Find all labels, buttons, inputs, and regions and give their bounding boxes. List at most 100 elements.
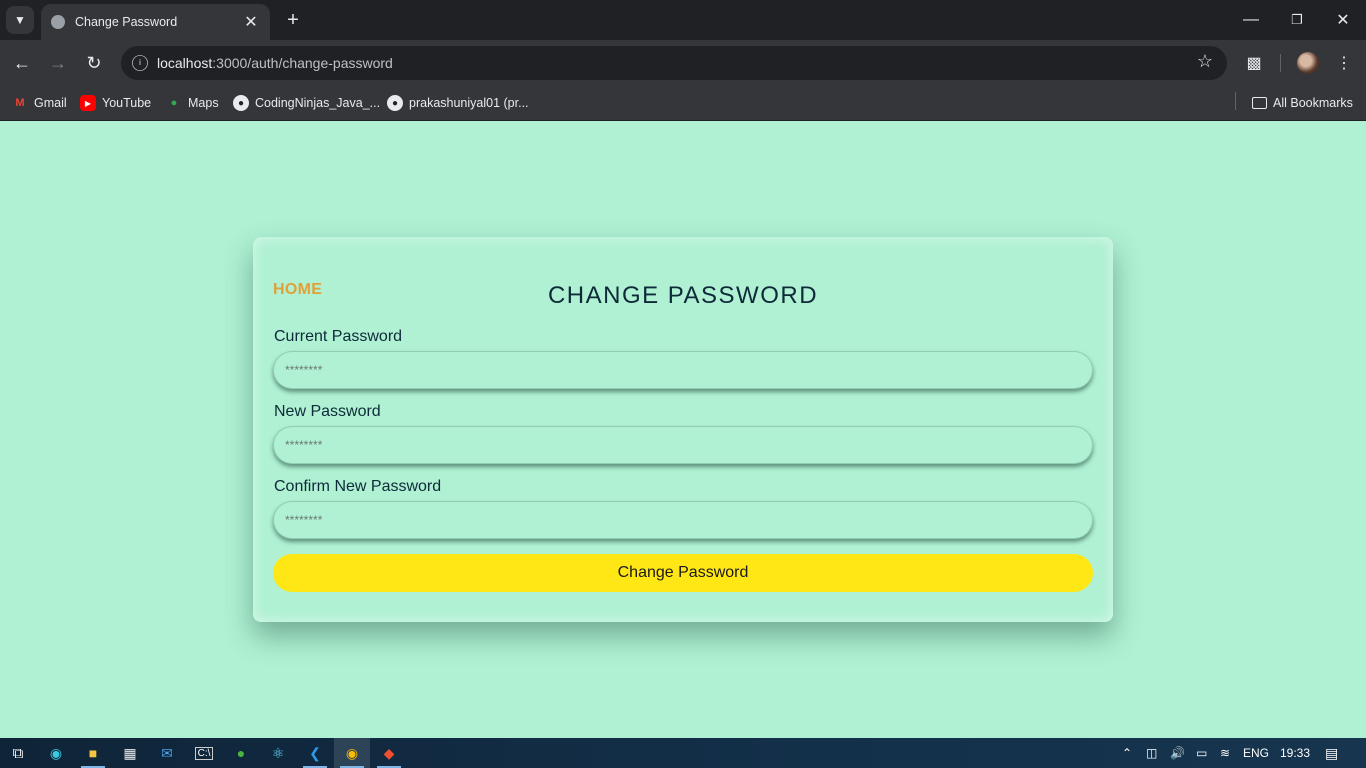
start-button[interactable]: ⧉ <box>0 738 36 768</box>
tray-volume[interactable]: 🔊 <box>1170 738 1185 768</box>
tab-search-button[interactable]: ▼ <box>6 6 34 34</box>
profile-avatar[interactable] <box>1297 52 1319 74</box>
all-bookmarks-label: All Bookmarks <box>1273 96 1353 110</box>
extensions-button[interactable]: ▩ <box>1240 49 1268 77</box>
store-icon: ▦ <box>123 744 137 761</box>
address-bar[interactable]: i localhost:3000/auth/change-password ☆ <box>121 46 1227 80</box>
chrome-icon: ◉ <box>345 744 359 761</box>
taskbar-vscode[interactable]: ❮ <box>297 738 333 768</box>
new-password-label: New Password <box>274 403 381 420</box>
confirm-password-label: Confirm New Password <box>274 478 442 495</box>
bookmark-label: prakashuniyal01 (pr... <box>409 96 529 110</box>
bookmarks-bar: M Gmail ▶ YouTube ● Maps ● CodingNinjas_… <box>0 86 1366 121</box>
volume-icon: 🔊 <box>1170 746 1185 760</box>
notification-icon: ▤ <box>1325 744 1339 761</box>
bookmark-label: CodingNinjas_Java_... <box>255 96 381 110</box>
clock-time: 19:33 <box>1280 746 1311 760</box>
new-tab-button[interactable]: + <box>282 8 304 32</box>
restore-icon: ❐ <box>1291 12 1303 27</box>
edge-icon: ◉ <box>49 744 63 761</box>
react-icon: ⚛ <box>271 744 285 761</box>
tray-device[interactable]: ▭ <box>1196 738 1207 768</box>
forward-button[interactable]: → <box>44 49 72 77</box>
windows-icon: ⧉ <box>12 744 24 762</box>
wifi-icon: ≋ <box>1220 746 1231 760</box>
github-icon: ● <box>387 95 403 111</box>
current-password-input[interactable] <box>273 351 1093 389</box>
taskbar-chrome[interactable]: ◉ <box>334 738 370 768</box>
taskbar-mail[interactable]: ✉ <box>149 738 185 768</box>
taskbar-mongodb[interactable]: ● <box>223 738 259 768</box>
globe-icon <box>51 15 65 29</box>
reload-icon: ↻ <box>86 52 102 73</box>
all-bookmarks-button[interactable]: All Bookmarks <box>1252 92 1353 114</box>
change-password-card: HOME CHANGE PASSWORD Current Password Ne… <box>253 237 1113 622</box>
bookmark-codingninjas[interactable]: ● CodingNinjas_Java_... <box>233 92 380 114</box>
maps-icon: ● <box>170 97 178 109</box>
github-icon: ● <box>233 95 249 111</box>
mongodb-icon: ● <box>236 745 246 761</box>
browser-toolbar: ← → ↻ i localhost:3000/auth/change-passw… <box>0 40 1366 86</box>
taskbar-terminal[interactable]: C:\ <box>186 738 222 768</box>
taskbar-react[interactable]: ⚛ <box>260 738 296 768</box>
toolbar-divider <box>1280 54 1281 72</box>
bookmark-label: Maps <box>188 96 219 110</box>
new-password-input[interactable] <box>273 426 1093 464</box>
close-tab-icon[interactable]: ✕ <box>242 12 260 32</box>
bookmark-youtube[interactable]: ▶ YouTube <box>80 92 151 114</box>
tray-language[interactable]: ENG <box>1243 738 1269 768</box>
vscode-icon: ❮ <box>309 744 321 761</box>
device-icon: ▭ <box>1196 746 1208 760</box>
chevron-down-icon: ▼ <box>14 13 26 27</box>
taskbar-file-explorer[interactable]: ■ <box>75 738 111 768</box>
bookmarks-divider <box>1235 92 1236 110</box>
arrow-right-icon: → <box>49 52 67 73</box>
arrow-left-icon: ← <box>13 52 31 73</box>
puzzle-icon: ▩ <box>1246 55 1262 72</box>
current-password-label: Current Password <box>274 328 403 345</box>
page-title: CHANGE PASSWORD <box>547 282 819 309</box>
site-info-icon[interactable]: i <box>132 55 148 71</box>
bookmark-gmail[interactable]: M Gmail <box>12 92 67 114</box>
taskbar-store[interactable]: ▦ <box>112 738 148 768</box>
minimize-button[interactable]: — <box>1228 0 1274 40</box>
language-indicator: ENG <box>1243 746 1270 760</box>
tray-wifi[interactable]: ≋ <box>1220 738 1230 768</box>
back-button[interactable]: ← <box>8 49 36 77</box>
url-text[interactable]: localhost:3000/auth/change-password <box>157 55 393 71</box>
close-icon: ✕ <box>1336 12 1350 29</box>
url-path: :3000/auth/change-password <box>212 55 393 71</box>
network-icon: ◫ <box>1146 746 1158 760</box>
confirm-password-input[interactable] <box>273 501 1093 539</box>
tray-notifications[interactable]: ▤ <box>1325 738 1338 768</box>
chrome-menu-button[interactable]: ⋮ <box>1330 49 1358 77</box>
bookmark-label: YouTube <box>102 96 152 110</box>
git-icon: ◆ <box>383 744 395 761</box>
more-vert-icon: ⋮ <box>1336 55 1352 72</box>
bookmark-maps[interactable]: ● Maps <box>166 92 219 114</box>
close-window-button[interactable]: ✕ <box>1320 0 1366 40</box>
tab-change-password[interactable]: Change Password ✕ <box>41 4 270 40</box>
url-host: localhost <box>157 55 213 71</box>
change-password-button[interactable]: Change Password <box>273 554 1093 592</box>
minimize-icon: — <box>1243 11 1259 28</box>
chevron-up-icon: ⌃ <box>1122 746 1133 760</box>
bookmark-prakashuniyal01[interactable]: ● prakashuniyal01 (pr... <box>387 92 529 114</box>
windows-taskbar: ⧉ ◉ ■ ▦ ✉ C:\ ● ⚛ ❮ ◉ ◆ ⌃ ◫ 🔊 ▭ ≋ ENG 19… <box>0 738 1366 768</box>
taskbar-git[interactable]: ◆ <box>371 738 407 768</box>
tab-strip: ▼ Change Password ✕ + — ❐ ✕ <box>0 0 1366 40</box>
reload-button[interactable]: ↻ <box>80 49 108 77</box>
youtube-icon: ▶ <box>80 95 96 111</box>
folder-icon: ■ <box>88 745 98 761</box>
tray-clock[interactable]: 19:33 <box>1280 738 1310 768</box>
folder-icon <box>1252 97 1267 109</box>
mail-icon: ✉ <box>161 744 173 761</box>
tray-network[interactable]: ◫ <box>1146 738 1157 768</box>
tab-title: Change Password <box>75 15 178 29</box>
tray-show-hidden[interactable]: ⌃ <box>1122 738 1132 768</box>
bookmark-star-icon[interactable]: ☆ <box>1197 51 1213 72</box>
bookmark-label: Gmail <box>34 96 67 110</box>
restore-button[interactable]: ❐ <box>1274 0 1320 40</box>
terminal-icon: C:\ <box>194 746 214 760</box>
taskbar-edge[interactable]: ◉ <box>38 738 74 768</box>
